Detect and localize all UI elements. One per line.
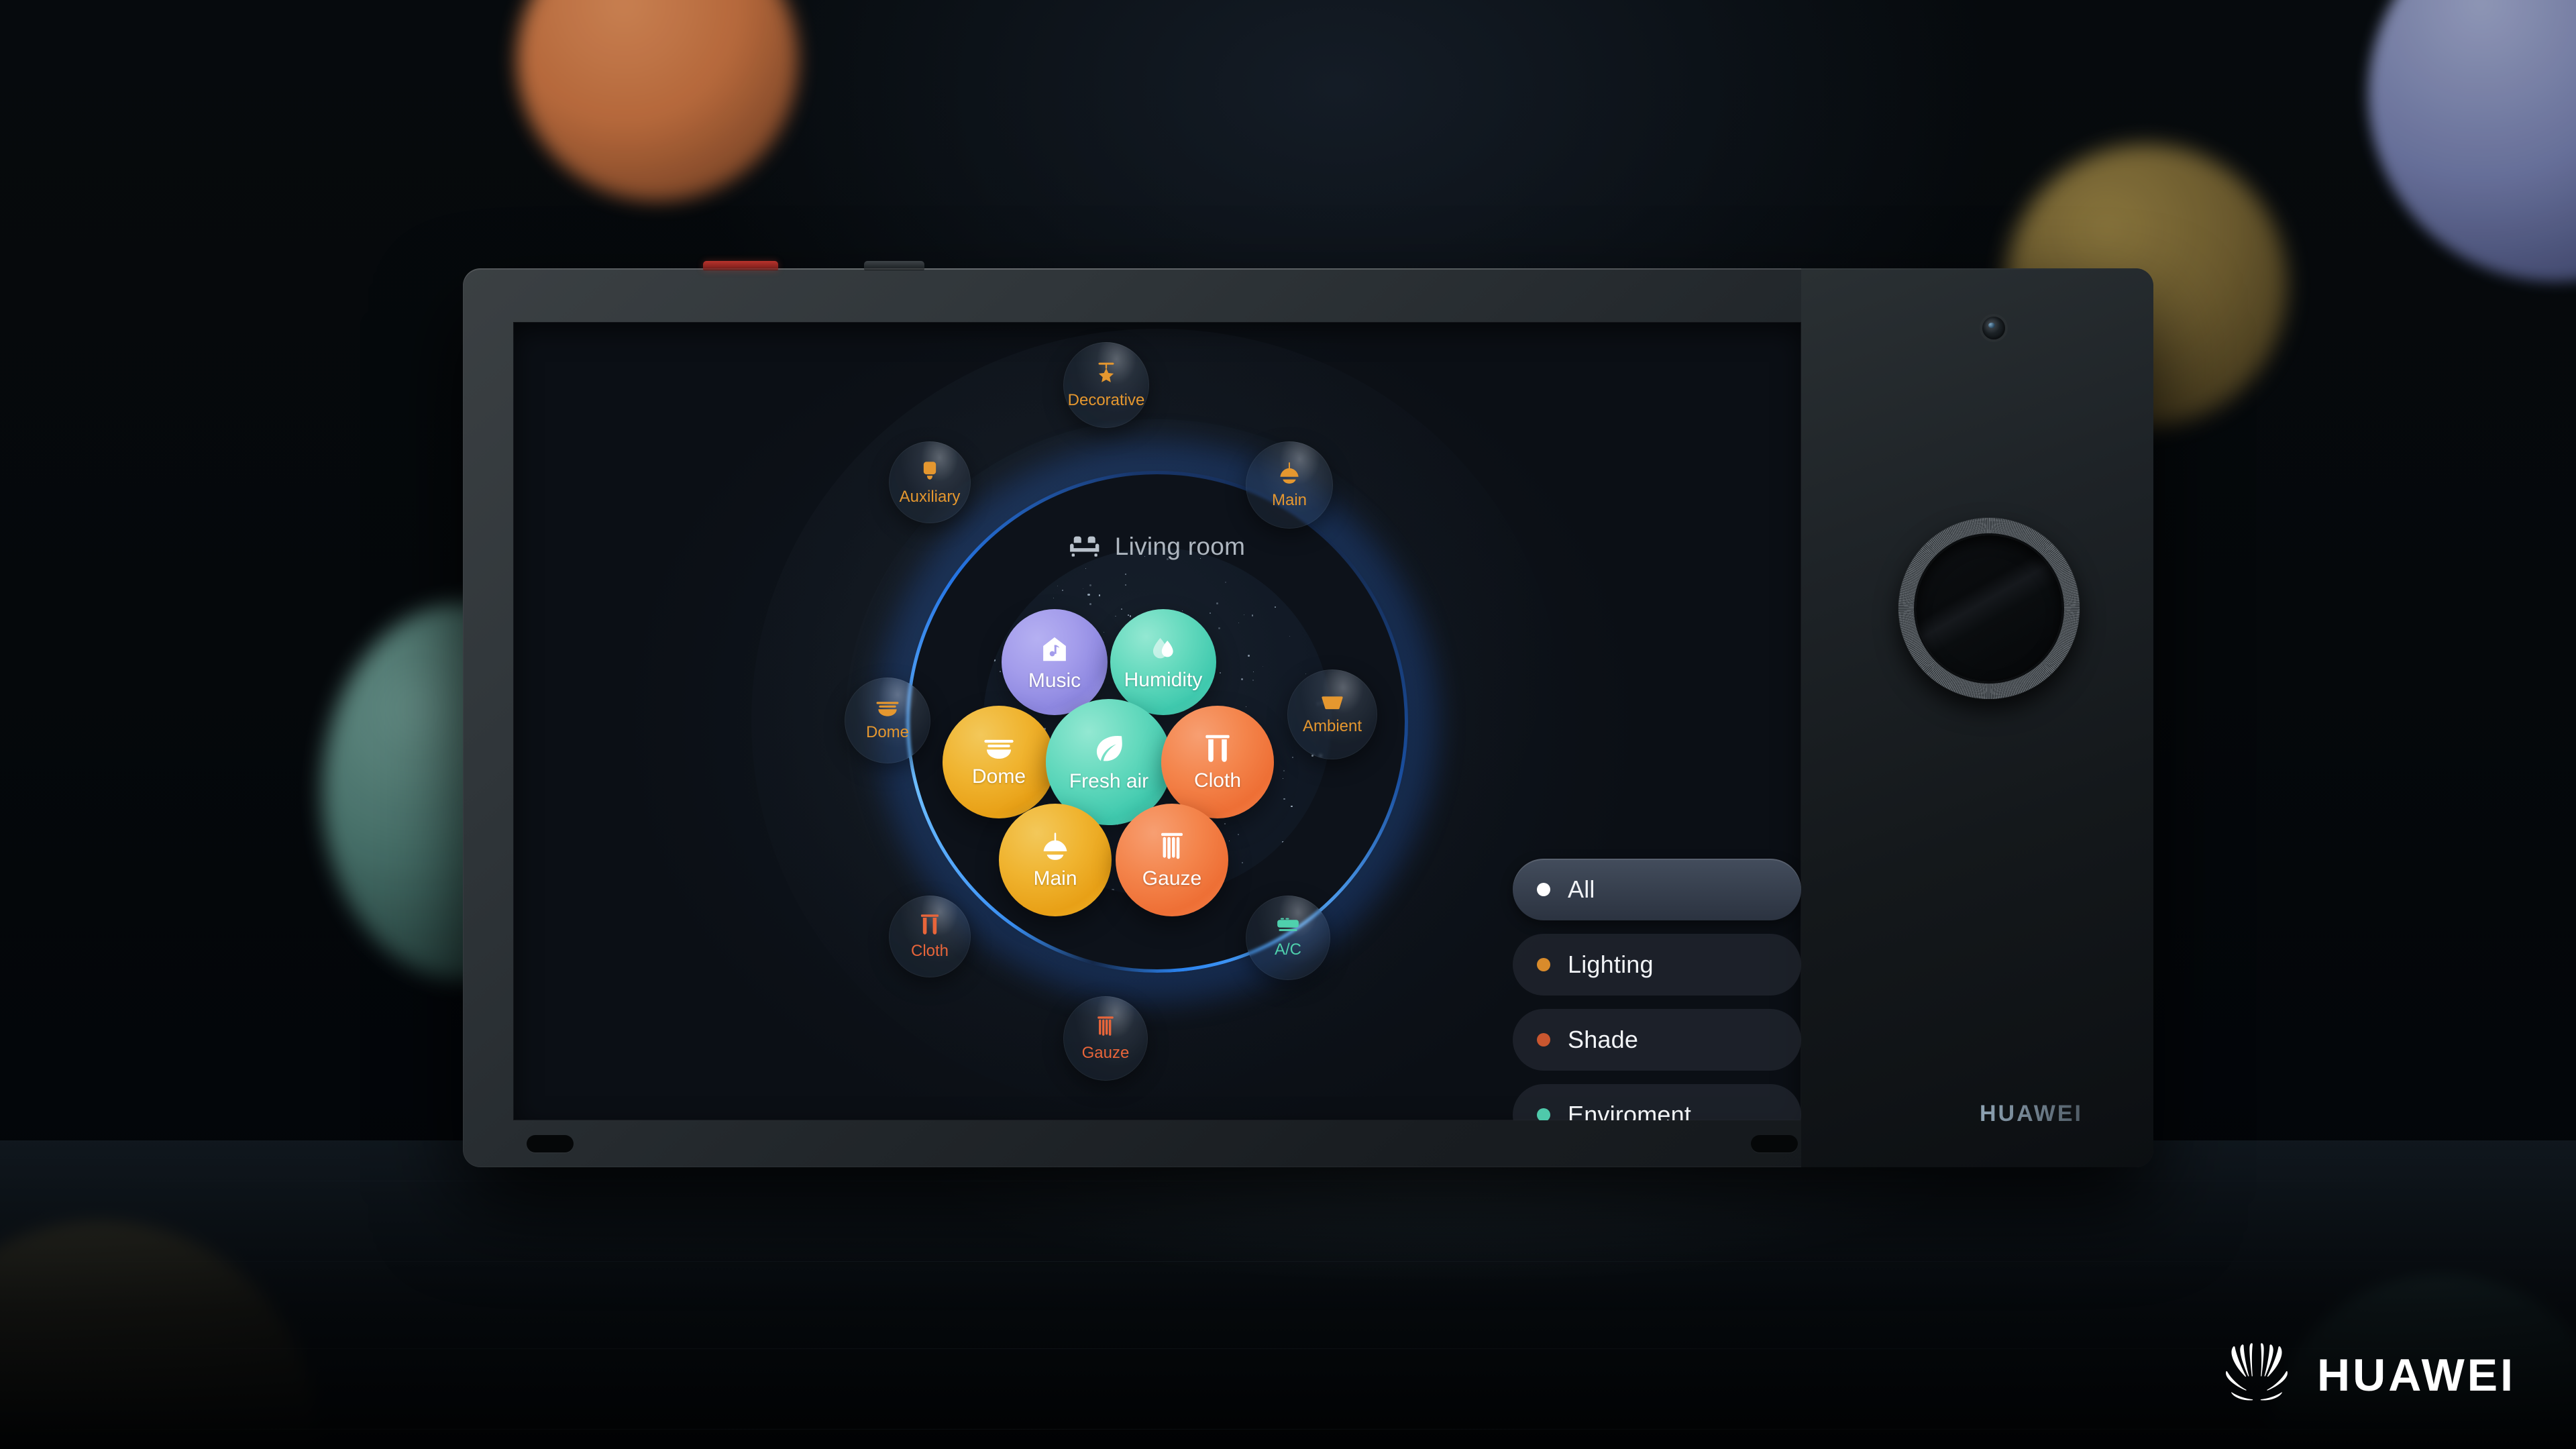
background-sphere-blue-topright: [2368, 0, 2576, 282]
huawei-smart-panel-device: Living room Music Humidity Dome Fresh ai…: [463, 268, 2153, 1167]
dome-light-icon: [875, 700, 900, 721]
gauze-curtain-icon: [1159, 832, 1185, 866]
inner-bubble-label: Music: [1028, 671, 1081, 691]
device-dark-button[interactable]: [864, 261, 924, 270]
status-dot: [1537, 1033, 1550, 1046]
floor-reflection: [0, 1140, 2576, 1449]
outer-bubble-ac[interactable]: A/C: [1246, 896, 1330, 980]
outer-bubble-label: A/C: [1275, 942, 1301, 958]
menu-item-label: Enviroment: [1568, 1101, 1691, 1120]
star-pendant-icon: [1095, 362, 1118, 389]
background-sphere-orange-top: [517, 0, 798, 201]
inner-bubble-label: Cloth: [1194, 771, 1241, 791]
ambient-light-icon: [1320, 694, 1344, 715]
outer-bubble-label: Dome: [866, 724, 909, 741]
menu-item-label: All: [1568, 875, 1595, 904]
menu-item-shade[interactable]: Shade: [1513, 1009, 1801, 1071]
outer-bubble-label: Main: [1272, 492, 1307, 508]
inner-bubble-humidity[interactable]: Humidity: [1110, 609, 1216, 715]
outer-bubble-label: Gauze: [1082, 1045, 1130, 1061]
inner-bubble-music[interactable]: Music: [1002, 609, 1108, 715]
device-bottom-port-right: [1751, 1135, 1798, 1152]
air-conditioner-icon: [1276, 918, 1300, 938]
device-brand-label: HUAWEI: [1980, 1101, 2083, 1127]
inner-bubble-label: Gauze: [1142, 869, 1201, 889]
outer-bubble-label: Decorative: [1068, 392, 1145, 409]
room-header: Living room: [1069, 531, 1246, 561]
camera-icon: [1982, 317, 2005, 339]
outer-bubble-label: Ambient: [1303, 718, 1362, 735]
room-name-label: Living room: [1115, 533, 1246, 561]
device-screen[interactable]: Living room Music Humidity Dome Fresh ai…: [513, 322, 1801, 1120]
menu-item-label: Shade: [1568, 1026, 1638, 1054]
inner-bubble-cloth[interactable]: Cloth: [1161, 706, 1274, 818]
gauze-curtain-icon: [1095, 1016, 1116, 1042]
inner-bubble-label: Humidity: [1124, 670, 1203, 690]
device-bottom-port-left: [527, 1135, 574, 1152]
device-red-button[interactable]: [703, 261, 778, 270]
wall-light-icon: [920, 460, 939, 486]
inner-bubble-dome[interactable]: Dome: [943, 706, 1055, 818]
leaf-icon: [1091, 733, 1126, 769]
curtain-cloth-icon: [1204, 734, 1231, 768]
huawei-watermark: HUAWEI: [2216, 1341, 2516, 1409]
menu-item-label: Lighting: [1568, 951, 1654, 979]
category-menu: All Lighting Shade Enviroment Entertainm…: [1513, 859, 1801, 1120]
sofa-icon: [1069, 531, 1100, 561]
background-scene: Living room Music Humidity Dome Fresh ai…: [0, 0, 2576, 1449]
outer-bubble-gauze[interactable]: Gauze: [1063, 996, 1148, 1081]
huawei-wordmark: HUAWEI: [2317, 1349, 2516, 1401]
outer-bubble-label: Auxiliary: [900, 489, 961, 505]
rotary-knob[interactable]: [1898, 518, 2080, 699]
inner-bubble-label: Dome: [972, 767, 1026, 787]
inner-bubble-gauze[interactable]: Gauze: [1116, 804, 1228, 916]
status-dot: [1537, 883, 1550, 896]
outer-bubble-cloth[interactable]: Cloth: [889, 896, 971, 977]
humidity-drop-icon: [1148, 635, 1178, 667]
inner-bubble-label: Main: [1033, 869, 1077, 889]
music-house-icon: [1039, 634, 1070, 668]
device-right-bezel: HUAWEI: [1801, 268, 2153, 1167]
curtain-cloth-icon: [920, 914, 940, 940]
outer-bubble-auxiliary[interactable]: Auxiliary: [889, 441, 971, 523]
knob-face: [1916, 535, 2062, 682]
menu-item-all[interactable]: All: [1513, 859, 1801, 920]
outer-bubble-decorative[interactable]: Decorative: [1063, 342, 1149, 428]
outer-bubble-main[interactable]: Main: [1246, 441, 1333, 529]
inner-bubble-label: Fresh air: [1069, 771, 1148, 792]
huawei-flower-logo-icon: [2216, 1341, 2297, 1409]
outer-bubble-ambient[interactable]: Ambient: [1287, 669, 1377, 759]
dome-light-icon: [982, 738, 1016, 764]
status-dot: [1537, 1108, 1550, 1120]
pendant-light-icon: [1278, 462, 1301, 489]
status-dot: [1537, 958, 1550, 971]
menu-item-lighting[interactable]: Lighting: [1513, 934, 1801, 996]
outer-bubble-dome[interactable]: Dome: [845, 678, 930, 763]
inner-bubble-main[interactable]: Main: [999, 804, 1112, 916]
menu-item-enviroment[interactable]: Enviroment: [1513, 1084, 1801, 1120]
outer-bubble-label: Cloth: [911, 943, 949, 959]
pendant-light-icon: [1040, 832, 1070, 866]
